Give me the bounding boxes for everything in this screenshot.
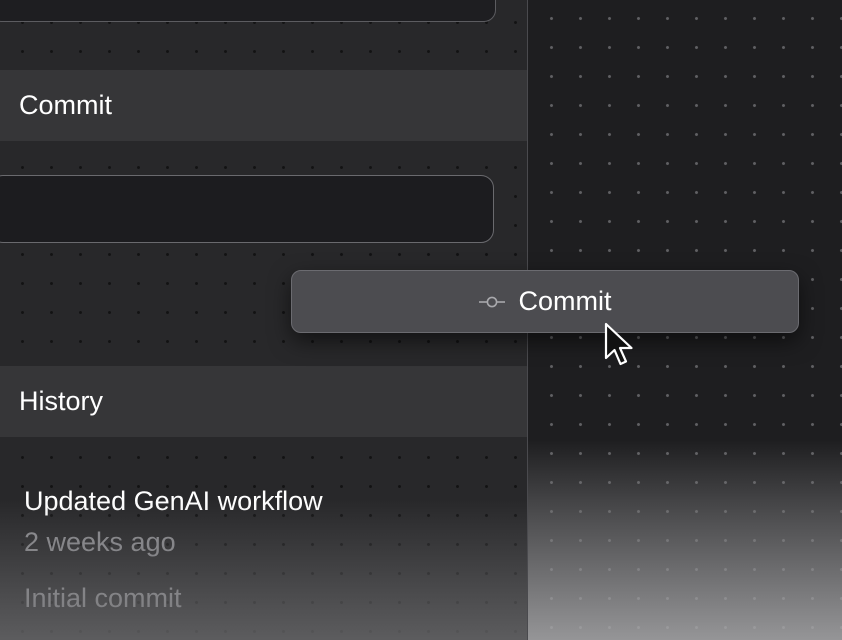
history-item-time: 2 weeks ago	[24, 527, 176, 557]
commit-message-input[interactable]	[0, 175, 494, 243]
history-item-title[interactable]: Initial commit	[24, 583, 182, 614]
commit-section-title: Commit	[19, 90, 112, 120]
commit-section-header: Commit	[0, 70, 527, 141]
commit-icon	[478, 294, 505, 310]
history-section-title: History	[19, 386, 104, 416]
history-section-header: History	[0, 366, 527, 437]
pointer-cursor-icon	[604, 322, 640, 373]
commit-button-label: Commit	[518, 286, 612, 316]
commit-button[interactable]: Commit	[291, 270, 799, 333]
top-text-field[interactable]	[0, 0, 496, 22]
history-item-title[interactable]: Updated GenAI workflow	[24, 486, 323, 517]
